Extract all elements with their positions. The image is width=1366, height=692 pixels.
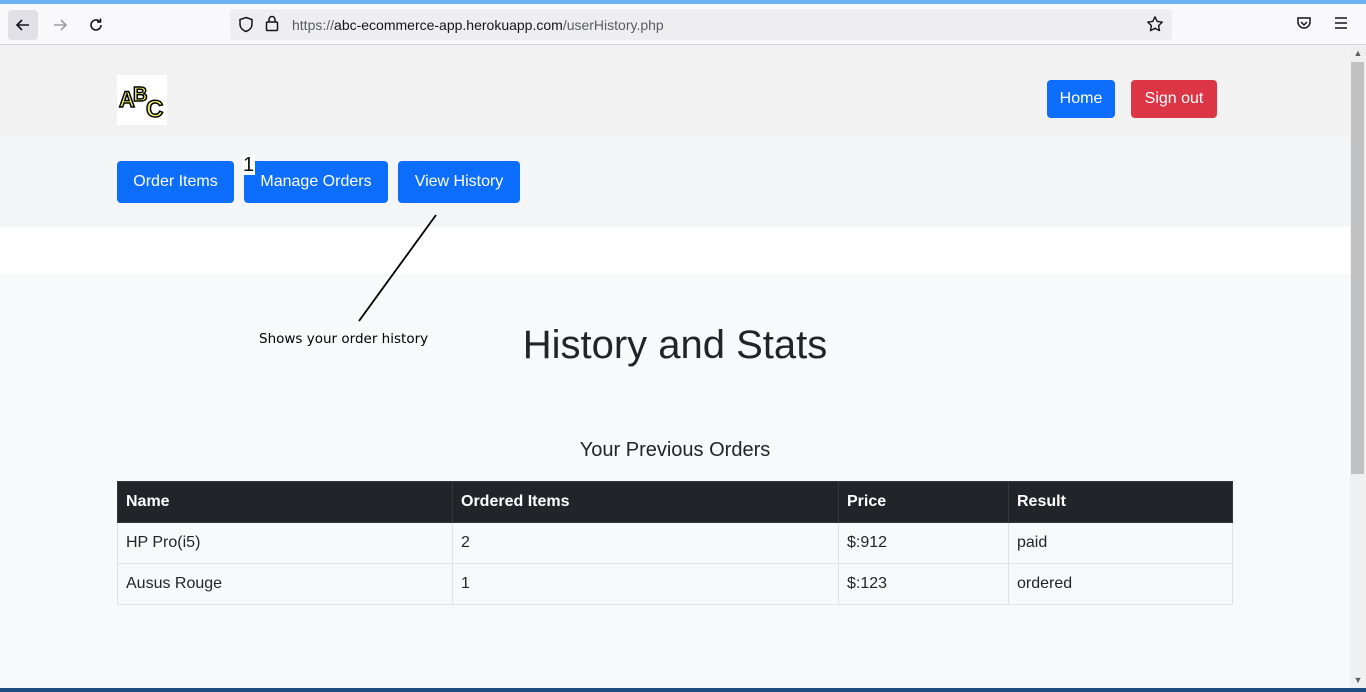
reload-icon [90, 18, 102, 31]
cell-name: HP Pro(i5) [117, 522, 453, 564]
forward-arrow-icon [54, 19, 68, 31]
manage-orders-button[interactable]: Manage Orders [244, 161, 388, 203]
scroll-up-arrow-icon[interactable]: ▲ [1350, 45, 1366, 61]
url-host: abc-ecommerce-app.herokuapp.com [334, 17, 563, 33]
star-icon[interactable] [1146, 15, 1164, 33]
column-header-price: Price [838, 481, 1009, 523]
scrollbar-thumb[interactable] [1351, 62, 1364, 474]
order-items-button[interactable]: Order Items [117, 161, 234, 203]
lock-icon[interactable] [265, 15, 279, 32]
action-bar: Order Items Manage Orders View History [0, 137, 1350, 227]
url-text[interactable]: https://abc-ecommerce-app.herokuapp.com/… [292, 17, 664, 33]
abc-logo[interactable]: A B C [117, 75, 167, 125]
cell-ordered-items: 2 [452, 522, 839, 564]
page-viewport: A B C Home Sign out Order Items Manage O… [0, 45, 1350, 688]
pocket-icon[interactable] [1296, 15, 1312, 31]
loading-bar [0, 0, 1366, 4]
home-button[interactable]: Home [1047, 80, 1115, 118]
spacer-band [0, 227, 1350, 274]
forward-button[interactable] [45, 10, 75, 40]
column-header-name: Name [117, 481, 453, 523]
section-subtitle: Your Previous Orders [579, 439, 771, 461]
table-row: HP Pro(i5) 2 $:912 paid [117, 522, 1233, 564]
column-header-ordered-items: Ordered Items [452, 481, 839, 523]
sign-out-button[interactable]: Sign out [1131, 80, 1217, 118]
logo-graphic: A B C [118, 83, 164, 124]
column-header-result: Result [1008, 481, 1233, 523]
site-header: A B C Home Sign out [0, 45, 1350, 137]
orders-table: Name Ordered Items Price Result HP Pro(i… [117, 481, 1233, 605]
cell-result: ordered [1008, 563, 1233, 605]
back-button[interactable] [8, 10, 38, 40]
shield-icon[interactable] [238, 16, 254, 33]
back-arrow-icon [15, 19, 29, 31]
svg-text:C: C [146, 96, 163, 123]
table-row: Ausus Rouge 1 $:123 ordered [117, 563, 1233, 605]
os-taskbar [0, 688, 1366, 692]
annotation-number: 1 [242, 154, 256, 176]
cell-price: $:912 [838, 522, 1009, 564]
cell-name: Ausus Rouge [117, 563, 453, 605]
view-history-button[interactable]: View History [398, 161, 520, 203]
page-title: History and Stats [522, 323, 828, 367]
url-path: /userHistory.php [562, 17, 664, 33]
scroll-down-arrow-icon[interactable]: ▼ [1350, 672, 1366, 688]
reload-button[interactable] [81, 10, 111, 40]
url-prefix: https:// [292, 17, 335, 33]
browser-toolbar: https://abc-ecommerce-app.herokuapp.com/… [0, 0, 1366, 45]
menu-icon[interactable] [1333, 15, 1349, 31]
cell-ordered-items: 1 [452, 563, 839, 605]
address-bar[interactable]: https://abc-ecommerce-app.herokuapp.com/… [230, 9, 1172, 40]
cell-price: $:123 [838, 563, 1009, 605]
cell-result: paid [1008, 522, 1233, 564]
table-header-row: Name Ordered Items Price Result [117, 481, 1233, 523]
